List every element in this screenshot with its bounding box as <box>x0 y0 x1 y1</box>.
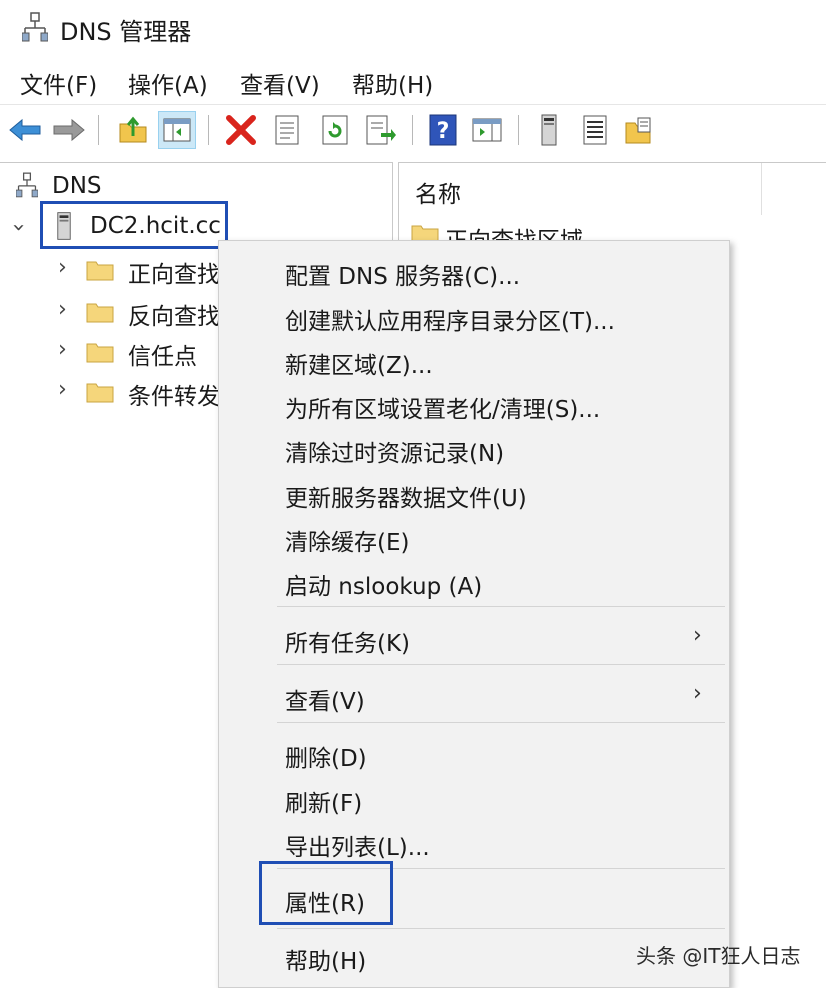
menu-item-create-default-app-partitions[interactable]: 创建默认应用程序目录分区(T)... <box>285 302 615 336</box>
menu-item-launch-nslookup[interactable]: 启动 nslookup (A) <box>285 567 482 601</box>
menu-item-set-aging-scavenging[interactable]: 为所有区域设置老化/清理(S)... <box>285 390 600 424</box>
menu-separator <box>277 606 725 607</box>
delete-icon[interactable] <box>222 111 260 149</box>
chevron-right-icon[interactable]: › <box>58 337 67 362</box>
folder-icon <box>86 261 114 281</box>
list-icon[interactable] <box>576 111 614 149</box>
export-list-icon[interactable] <box>362 111 400 149</box>
tree-child-forward-lookup[interactable]: 正向查找 <box>128 255 220 289</box>
tree-child-conditional-forwarders[interactable]: 条件转发 <box>128 377 220 411</box>
tree-child-reverse-lookup[interactable]: 反向查找 <box>128 297 220 331</box>
help-icon[interactable]: ? <box>424 111 462 149</box>
menu-action[interactable]: 操作(A) <box>128 66 208 100</box>
column-divider[interactable] <box>761 163 762 215</box>
properties-icon[interactable] <box>268 111 306 149</box>
refresh-icon[interactable] <box>316 111 354 149</box>
menu-item-configure-dns-server[interactable]: 配置 DNS 服务器(C)... <box>285 257 520 291</box>
menu-item-help[interactable]: 帮助(H) <box>285 942 366 976</box>
menu-item-properties[interactable]: 属性(R) <box>285 884 365 918</box>
forward-arrow-icon[interactable] <box>50 111 88 149</box>
title-bar: DNS 管理器 <box>0 0 826 56</box>
menu-item-update-server-data-files[interactable]: 更新服务器数据文件(U) <box>285 479 527 513</box>
menu-separator <box>277 664 725 665</box>
zone-icon[interactable] <box>620 111 658 149</box>
menu-item-export-list[interactable]: 导出列表(L)... <box>285 828 430 862</box>
show-hide-action-pane-icon[interactable] <box>468 111 506 149</box>
tree-server-node[interactable]: DC2.hcit.cc <box>90 213 221 239</box>
column-header-name[interactable]: 名称 <box>415 175 461 209</box>
menu-item-refresh[interactable]: 刷新(F) <box>285 784 362 818</box>
submenu-arrow-icon: › <box>693 681 702 706</box>
folder-icon <box>86 383 114 403</box>
submenu-arrow-icon: › <box>693 623 702 648</box>
svg-text:?: ? <box>437 119 450 144</box>
show-hide-console-tree-icon[interactable] <box>158 111 196 149</box>
toolbar: ? <box>0 104 826 155</box>
chevron-right-icon[interactable]: › <box>58 377 67 402</box>
tree-root-dns[interactable]: DNS <box>52 173 102 199</box>
menu-file[interactable]: 文件(F) <box>20 66 97 100</box>
context-menu: 配置 DNS 服务器(C)... 创建默认应用程序目录分区(T)... 新建区域… <box>218 240 730 988</box>
menu-item-new-zone[interactable]: 新建区域(Z)... <box>285 346 433 380</box>
watermark-text: 头条 @IT狂人日志 <box>636 944 801 968</box>
menu-item-delete[interactable]: 删除(D) <box>285 739 367 773</box>
up-folder-icon[interactable] <box>114 111 152 149</box>
menu-item-view[interactable]: 查看(V) <box>285 682 365 716</box>
window-title: DNS 管理器 <box>60 18 192 46</box>
dns-root-icon <box>16 172 38 198</box>
chevron-right-icon[interactable]: › <box>58 297 67 322</box>
server-icon[interactable] <box>530 111 568 149</box>
menu-item-scavenge-stale-records[interactable]: 清除过时资源记录(N) <box>285 434 504 468</box>
menu-separator <box>277 928 725 929</box>
tree-child-trust-points[interactable]: 信任点 <box>128 337 197 371</box>
server-icon <box>57 212 71 240</box>
menu-item-clear-cache[interactable]: 清除缓存(E) <box>285 523 409 557</box>
dns-app-icon <box>22 12 48 42</box>
menu-help[interactable]: 帮助(H) <box>352 66 433 100</box>
menu-separator <box>277 722 725 723</box>
menu-item-all-tasks[interactable]: 所有任务(K) <box>285 624 410 658</box>
chevron-down-icon[interactable]: › <box>6 223 31 232</box>
chevron-right-icon[interactable]: › <box>58 255 67 280</box>
folder-icon <box>86 343 114 363</box>
menu-view[interactable]: 查看(V) <box>240 66 320 100</box>
menu-bar: 文件(F) 操作(A) 查看(V) 帮助(H) <box>0 62 826 102</box>
back-arrow-icon[interactable] <box>6 111 44 149</box>
folder-icon <box>86 303 114 323</box>
